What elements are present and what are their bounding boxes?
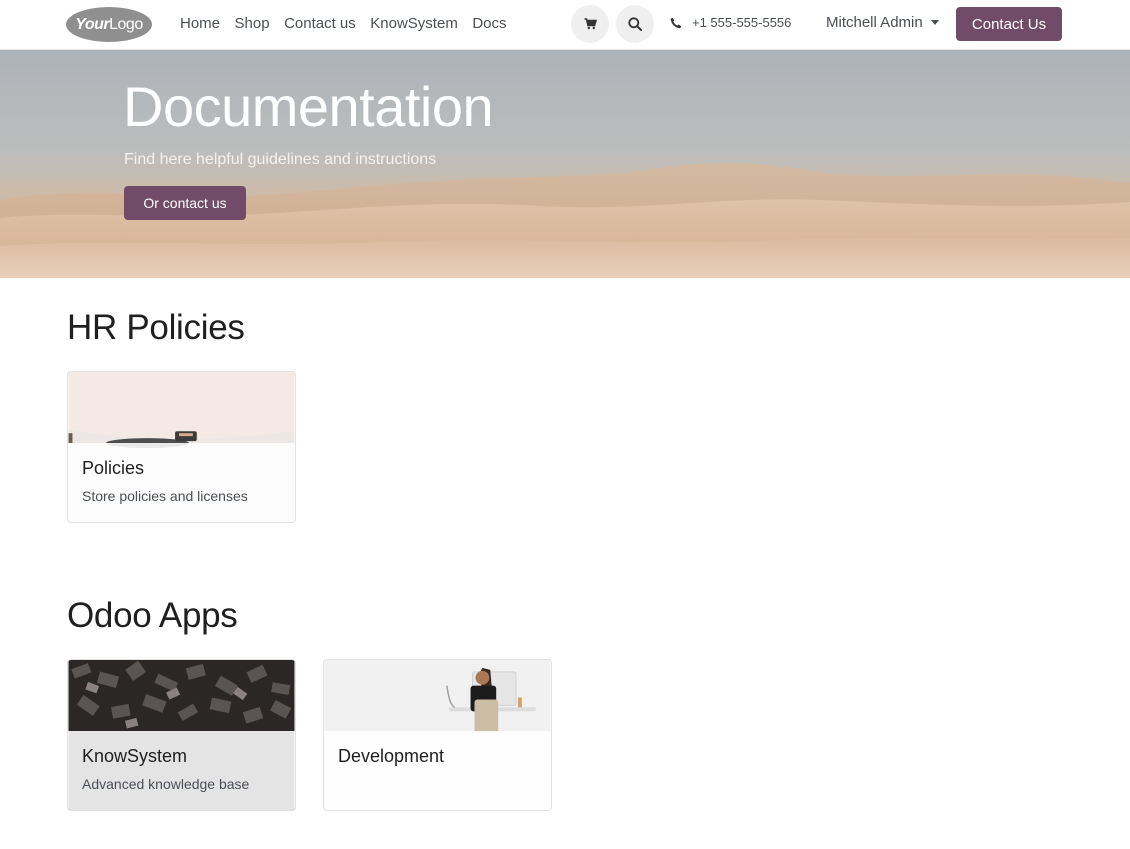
cart-icon bbox=[584, 18, 597, 30]
logo-light-text: Logo bbox=[109, 15, 143, 33]
user-name: Mitchell Admin bbox=[826, 14, 923, 31]
card-title: KnowSystem bbox=[82, 746, 188, 766]
search-button[interactable] bbox=[616, 5, 654, 43]
nav-knowsystem[interactable]: KnowSystem bbox=[370, 14, 458, 34]
hero-title: Documentation bbox=[123, 75, 494, 138]
phone-number: +1 555-555-5556 bbox=[692, 15, 792, 30]
hero-subtitle: Find here helpful guidelines and instruc… bbox=[124, 151, 437, 168]
card-title: Development bbox=[338, 746, 445, 766]
card-title: Policies bbox=[82, 458, 145, 478]
navbar: Your Logo Home Shop Contact us KnowSystem… bbox=[0, 0, 1130, 50]
contact-us-button[interactable]: Contact Us bbox=[956, 7, 1062, 41]
card-description: Store policies and licenses bbox=[82, 488, 248, 504]
nav-home[interactable]: Home bbox=[180, 14, 220, 34]
card-knowsystem[interactable]: KnowSystem Advanced knowledge base bbox=[67, 659, 296, 811]
card-development[interactable]: Development bbox=[323, 659, 552, 811]
phone-icon bbox=[670, 17, 682, 28]
user-menu[interactable]: Mitchell Admin bbox=[826, 14, 939, 31]
card-body: Development bbox=[324, 731, 551, 810]
card-body: KnowSystem Advanced knowledge base bbox=[68, 731, 295, 810]
caret-down-icon bbox=[930, 20, 939, 25]
contact-us-hero-button[interactable]: Or contact us bbox=[124, 186, 246, 220]
section-title-hr-policies: HR Policies bbox=[67, 308, 245, 347]
hero-banner: Documentation Find here helpful guidelin… bbox=[0, 50, 1130, 278]
card-description: Advanced knowledge base bbox=[82, 776, 250, 792]
card-body: Policies Store policies and licenses bbox=[68, 443, 295, 522]
logo[interactable]: Your Logo bbox=[66, 7, 152, 42]
search-icon bbox=[628, 17, 642, 31]
nav-shop[interactable]: Shop bbox=[235, 14, 270, 34]
phone-link[interactable]: +1 555-555-5556 bbox=[670, 15, 791, 30]
nav-contact-us[interactable]: Contact us bbox=[284, 14, 356, 34]
nav-docs[interactable]: Docs bbox=[472, 14, 506, 34]
logo-bold-text: Your bbox=[75, 15, 110, 33]
main-nav: Home Shop Contact us KnowSystem Docs bbox=[180, 14, 521, 34]
section-title-odoo-apps: Odoo Apps bbox=[67, 596, 238, 635]
cart-button[interactable] bbox=[571, 5, 609, 43]
card-policies[interactable]: Policies Store policies and licenses bbox=[67, 371, 296, 523]
